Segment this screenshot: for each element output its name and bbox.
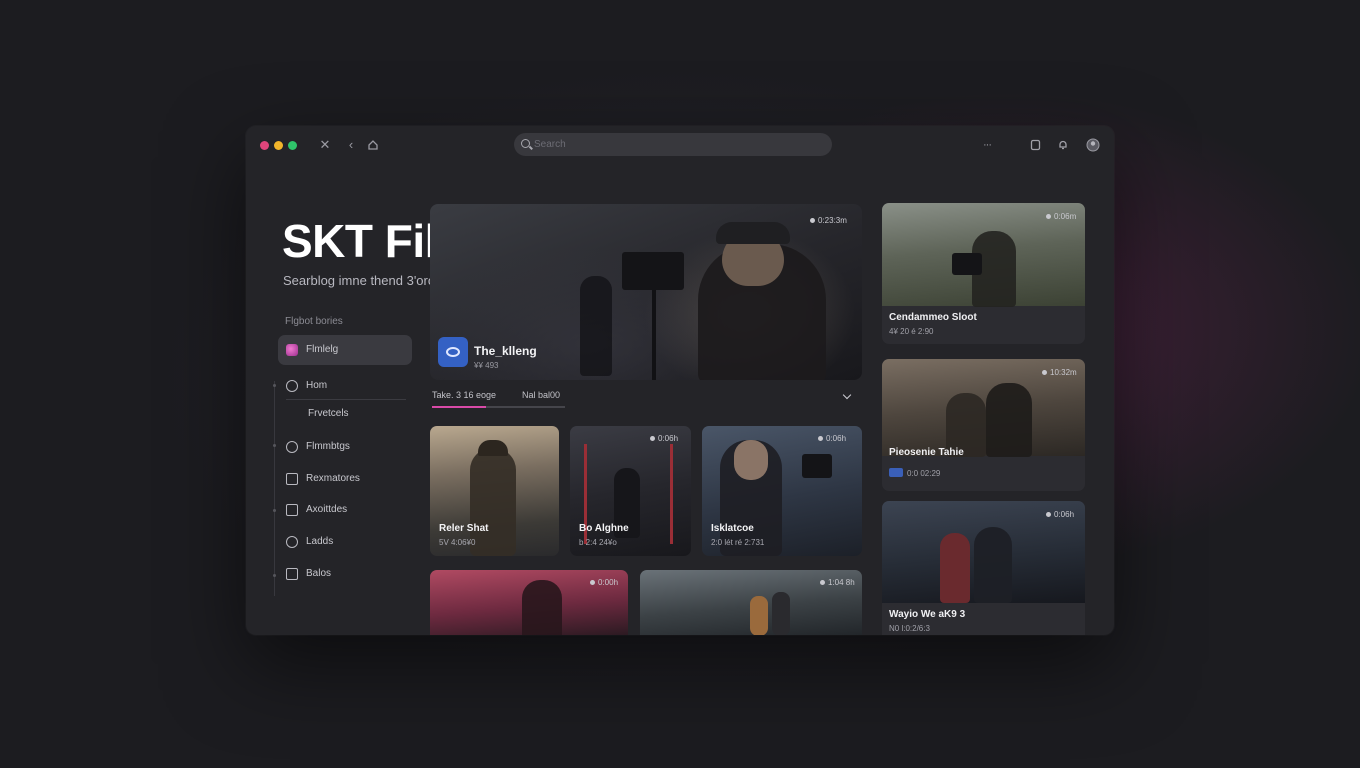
card-light	[670, 444, 673, 544]
gear-icon	[286, 441, 298, 453]
tripod	[652, 290, 656, 380]
camera-silhouette	[622, 252, 684, 290]
sidebar-item-label: Frvetcels	[308, 408, 349, 419]
puzzle-icon	[286, 568, 298, 580]
search-placeholder: Search	[534, 139, 566, 150]
hero-title: The_klleng	[474, 344, 537, 358]
card-duration: 10:32m	[1042, 368, 1077, 377]
film-icon	[286, 344, 298, 356]
close-window-button[interactable]	[260, 141, 269, 150]
card-figure	[470, 448, 516, 556]
card-duration: 0:06m	[1046, 212, 1076, 221]
card-title: Reler Shat	[439, 523, 489, 534]
tab-nal[interactable]: Nal bal00	[522, 390, 560, 400]
tab-take[interactable]: Take. 3 16 eoge	[432, 390, 496, 400]
eye-icon	[446, 347, 460, 357]
sidebar-item-label: Axoittdes	[306, 504, 348, 515]
more-options-icon[interactable]: ···	[978, 136, 996, 154]
video-card-right[interactable]: 0:06m Cendammeo Sloot 4¥ 20 é 2:90	[882, 203, 1085, 344]
chevron-down-icon[interactable]	[842, 390, 852, 400]
video-card-right[interactable]: 10:32m Pieosenie Tahie 0:0 02:29	[882, 359, 1085, 491]
video-card[interactable]: 0:00h	[430, 570, 628, 635]
home-icon[interactable]	[364, 136, 382, 154]
title-bar: ✕ ‹ Search ···	[246, 126, 1114, 164]
card-figure	[522, 580, 562, 635]
video-card[interactable]: 1:04 8h	[640, 570, 862, 635]
tab-active-indicator	[432, 406, 486, 408]
card-title: Cendammeo Sloot	[889, 312, 977, 323]
caption-tag	[889, 468, 903, 477]
channel-badge[interactable]	[438, 337, 468, 367]
video-card[interactable]: 0:06h Bo Alghne b 2:4 24¥o	[570, 426, 691, 556]
rail-dot	[273, 509, 276, 512]
card-meta-text: 0:0 02:29	[907, 469, 941, 478]
video-card-right[interactable]: 0:06h Wayio We aK9 3 N0 l:0:2/6:3	[882, 501, 1085, 635]
home-icon	[286, 380, 298, 392]
card-title: Bo Alghne	[579, 523, 629, 534]
card-title: Pieosenie Tahie	[889, 447, 964, 458]
sidebar-item-label: Ladds	[306, 536, 334, 547]
sidebar-item-frvetcels[interactable]: Frvetcels	[300, 399, 434, 429]
chat-icon	[286, 536, 298, 548]
sidebar-item-label: Flmlelg	[306, 344, 339, 355]
card-figure	[750, 596, 768, 635]
rail-dot	[273, 384, 276, 387]
hero-meta: ¥¥ 493	[474, 361, 499, 370]
avatar[interactable]	[1084, 136, 1102, 154]
sidebar-item-label: Rexmatores	[306, 473, 360, 484]
card-duration: 1:04 8h	[820, 578, 855, 587]
search-input[interactable]: Search	[514, 133, 832, 156]
sidebar-item-hom[interactable]: Hom	[278, 371, 412, 401]
sidebar-item-label: Balos	[306, 568, 332, 579]
search-icon	[521, 139, 530, 148]
card-meta: N0 l:0:2/6:3	[889, 624, 930, 633]
featured-hero[interactable]: 0:23:3m The_klleng ¥¥ 493	[430, 204, 862, 380]
card-meta: 0:0 02:29	[889, 468, 940, 478]
card-figure	[974, 527, 1012, 603]
card-meta: b 2:4 24¥o	[579, 538, 617, 547]
card-figure-face	[734, 440, 768, 480]
close-icon[interactable]: ✕	[316, 136, 334, 154]
card-duration: 0:06h	[818, 434, 846, 443]
hero-figure-left	[580, 276, 612, 376]
sidebar-rail	[274, 381, 275, 596]
sidebar-item-label: Hom	[306, 380, 328, 391]
sidebar-section-label: Flgbot bories	[285, 316, 343, 327]
video-card[interactable]: 0:06h Isklatcoe 2:0 lét ré 2:731	[702, 426, 862, 556]
sidebar-item-ladds[interactable]: Ladds	[278, 527, 412, 557]
card-duration: 0:06h	[1046, 510, 1074, 519]
sidebar-item-flmmbtgs[interactable]: Flmmbtgs	[278, 432, 412, 462]
video-card[interactable]: Reler Shat 5V 4:06¥0	[430, 426, 559, 556]
card-duration: 0:06h	[650, 434, 678, 443]
card-meta: 2:0 lét ré 2:731	[711, 538, 765, 547]
bookmark-icon[interactable]	[1026, 136, 1044, 154]
card-duration: 0:00h	[590, 578, 618, 587]
card-figure	[772, 592, 790, 635]
camera-silhouette	[802, 454, 832, 478]
camera-silhouette	[952, 253, 982, 275]
app-window: ✕ ‹ Search ··· SKT Filmmaker Searblog im…	[246, 126, 1114, 635]
card-title: Isklatcoe	[711, 523, 754, 534]
card-figure	[940, 533, 970, 603]
sidebar-item-balos[interactable]: Balos	[278, 559, 412, 589]
card-figure	[986, 383, 1032, 457]
card-meta: 5V 4:06¥0	[439, 538, 476, 547]
rail-dot	[273, 444, 276, 447]
sidebar-item-axoittdes[interactable]: Axoittdes	[278, 495, 412, 525]
sidebar-item-rexmatores[interactable]: Rexmatores	[278, 464, 412, 494]
hero-duration: 0:23:3m	[810, 216, 847, 225]
card-meta: 4¥ 20 é 2:90	[889, 327, 934, 336]
maximize-window-button[interactable]	[288, 141, 297, 150]
minimize-window-button[interactable]	[274, 141, 283, 150]
card-title: Wayio We aK9 3	[889, 609, 966, 620]
sidebar-item-label: Flmmbtgs	[306, 441, 350, 452]
hero-figure-cap	[716, 222, 790, 244]
sidebar-item-flmlelg[interactable]: Flmlelg	[278, 335, 412, 365]
monitor-icon	[286, 473, 298, 485]
back-icon[interactable]: ‹	[342, 136, 360, 154]
notification-icon[interactable]	[1054, 136, 1072, 154]
rail-dot	[273, 574, 276, 577]
grid-icon	[286, 504, 298, 516]
card-figure-hat	[478, 440, 508, 456]
